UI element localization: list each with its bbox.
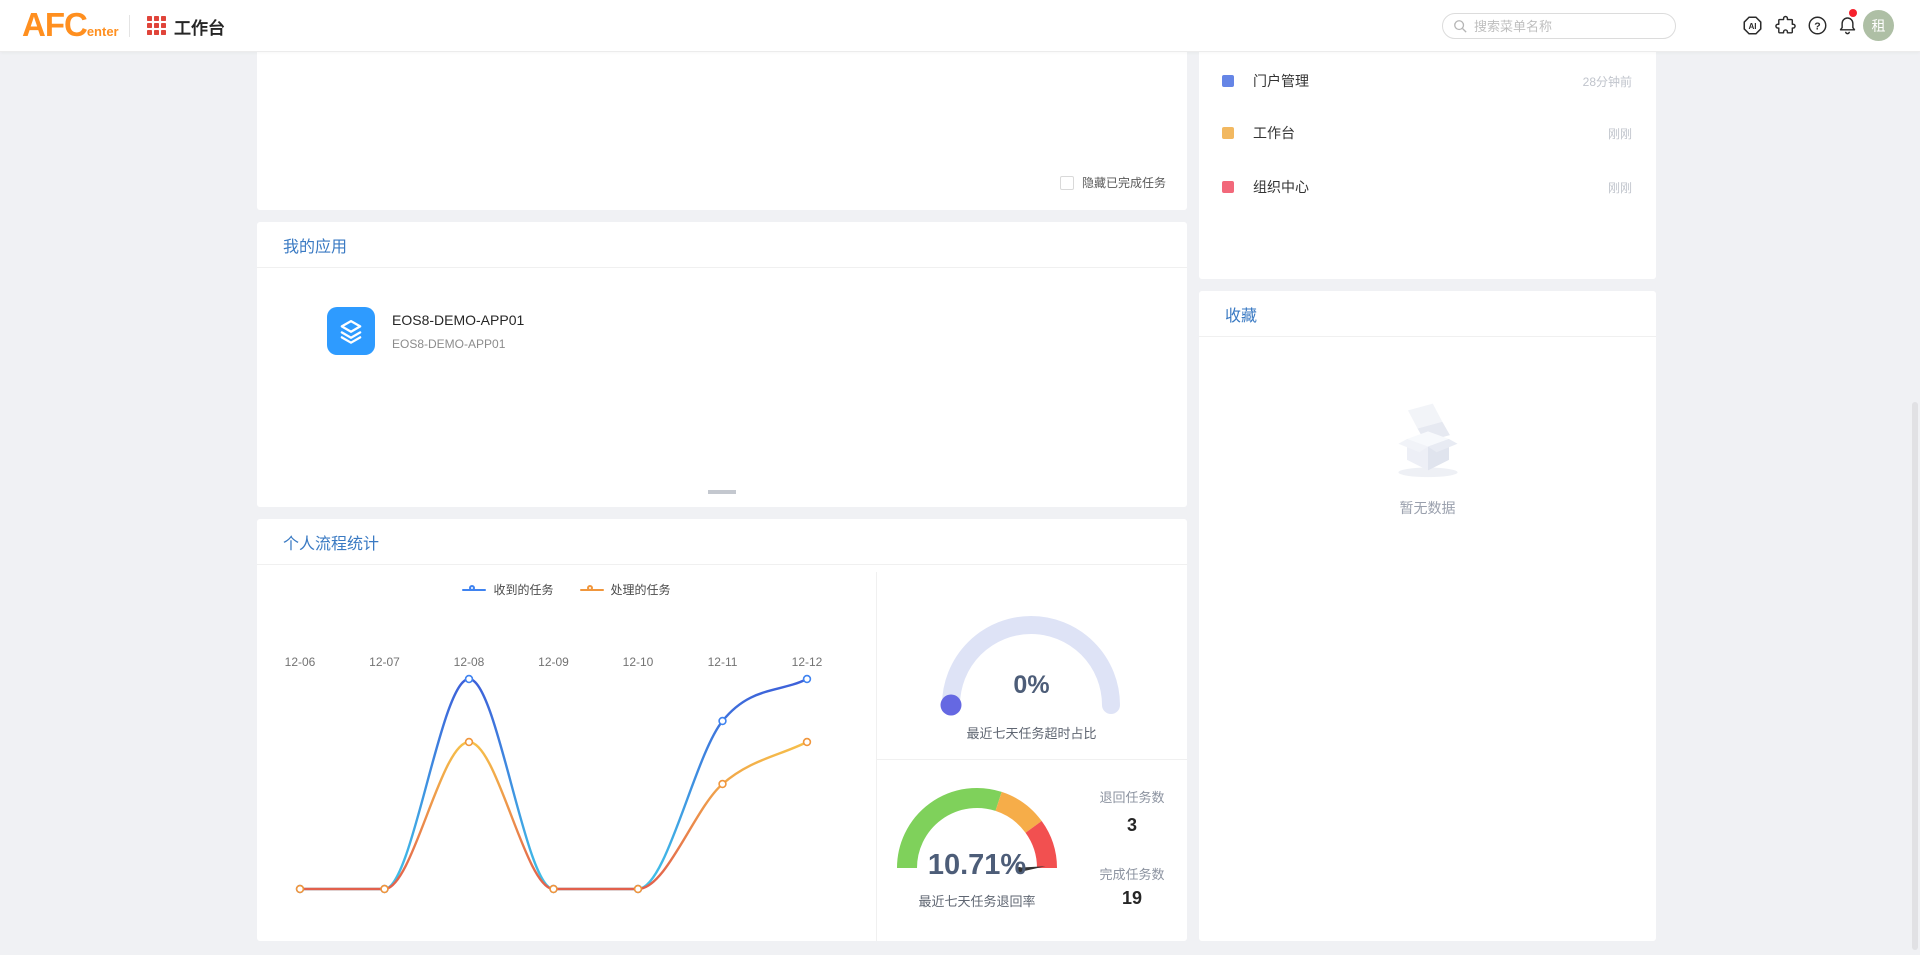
my-apps-card: 我的应用 EOS8-DEMO-APP01 EOS8-DEMO-APP01 — [257, 222, 1187, 507]
notification-badge — [1849, 9, 1857, 17]
empty-text: 暂无数据 — [1199, 498, 1656, 518]
notification-bell-icon[interactable] — [1836, 14, 1859, 37]
app-item[interactable]: EOS8-DEMO-APP01 EOS8-DEMO-APP01 — [327, 307, 524, 355]
overtime-gauge — [876, 579, 1187, 729]
app-texts: EOS8-DEMO-APP01 EOS8-DEMO-APP01 — [392, 307, 524, 355]
data-point-marker — [550, 886, 557, 893]
overtime-gauge-label: 最近七天任务超时占比 — [876, 723, 1187, 742]
workbench-page: AFC enter 工作台 AI — [0, 0, 1920, 955]
app-color-square — [1222, 75, 1234, 87]
favorites-card: 收藏 暂无数据 — [1199, 291, 1656, 941]
recent-apps-card: 门户管理28分钟前工作台刚刚组织中心刚刚 — [1199, 52, 1656, 279]
data-point-marker — [297, 886, 304, 893]
app-color-square — [1222, 181, 1234, 193]
scrollbar-thumb[interactable] — [1912, 402, 1918, 950]
search-icon — [1453, 19, 1467, 33]
completed-tasks-label: 完成任务数 — [1067, 864, 1197, 883]
data-point-marker — [804, 739, 811, 746]
hide-completed-checkbox[interactable]: 隐藏已完成任务 — [1060, 174, 1166, 191]
data-point-marker — [466, 739, 473, 746]
svg-text:?: ? — [1814, 21, 1820, 33]
avatar-text: 租 — [1872, 16, 1886, 36]
horizontal-divider — [877, 759, 1187, 760]
app-layers-icon — [327, 307, 375, 355]
checkbox-label: 隐藏已完成任务 — [1082, 174, 1166, 191]
data-point-marker — [804, 676, 811, 683]
recent-app-row[interactable]: 门户管理 28分钟前 — [1199, 68, 1656, 94]
chart-line-series-1 — [300, 742, 807, 889]
svg-text:AI: AI — [1748, 22, 1756, 31]
return-rate-label: 最近七天任务退回率 — [876, 891, 1078, 910]
returned-tasks-value-block: 3 — [1067, 815, 1197, 836]
chart-line-series-0 — [300, 679, 807, 889]
completed-tasks-value: 19 — [1067, 888, 1197, 909]
recent-app-time: 28分钟前 — [1583, 73, 1632, 90]
recent-app-name: 工作台 — [1253, 123, 1295, 143]
todo-tasks-card: 隐藏已完成任务 — [257, 52, 1187, 210]
completed-tasks-value-block: 19 — [1067, 888, 1197, 909]
app-description: EOS8-DEMO-APP01 — [392, 337, 524, 351]
overtime-gauge-value: 0% — [876, 671, 1187, 700]
plugin-icon[interactable] — [1774, 14, 1797, 37]
recent-app-time: 刚刚 — [1608, 125, 1632, 142]
line-chart — [257, 519, 876, 941]
afcenter-logo[interactable]: AFC enter — [22, 5, 119, 45]
data-point-marker — [719, 781, 726, 788]
checkbox-box[interactable] — [1060, 176, 1074, 190]
recent-app-row[interactable]: 组织中心 刚刚 — [1199, 174, 1656, 200]
ai-assistant-icon[interactable]: AI — [1741, 14, 1764, 37]
logo-text-main: AFC — [22, 5, 87, 45]
empty-box-icon — [1373, 397, 1483, 479]
recent-app-time: 刚刚 — [1608, 179, 1632, 196]
favorites-title: 收藏 — [1225, 302, 1257, 326]
page-title: 工作台 — [174, 14, 225, 39]
favorites-header: 收藏 — [1199, 291, 1656, 337]
returned-tasks-value: 3 — [1067, 815, 1197, 836]
app-grid-icon[interactable] — [147, 16, 166, 35]
avatar[interactable]: 租 — [1863, 10, 1894, 41]
search-input[interactable] — [1474, 19, 1654, 34]
top-header: AFC enter 工作台 AI — [0, 0, 1920, 52]
process-stats-card: 个人流程统计 收到的任务处理的任务 12-0612-0712-0812-0912… — [257, 519, 1187, 941]
recent-app-name: 门户管理 — [1253, 71, 1309, 91]
returned-tasks-stat: 退回任务数 — [1067, 787, 1197, 806]
header-divider — [129, 15, 130, 37]
menu-search[interactable] — [1442, 13, 1676, 39]
data-point-marker — [466, 676, 473, 683]
gauge-segment-orange — [999, 801, 1034, 827]
carousel-pagination-dash[interactable] — [708, 490, 736, 494]
app-color-square — [1222, 127, 1234, 139]
logo-text-sub: enter — [87, 24, 119, 45]
completed-tasks-stat: 完成任务数 — [1067, 864, 1197, 883]
help-icon[interactable]: ? — [1806, 14, 1829, 37]
my-apps-card-header: 我的应用 — [257, 222, 1187, 268]
returned-tasks-label: 退回任务数 — [1067, 787, 1197, 806]
data-point-marker — [635, 886, 642, 893]
return-rate-value: 10.71% — [876, 849, 1078, 882]
data-point-marker — [381, 886, 388, 893]
app-name: EOS8-DEMO-APP01 — [392, 312, 524, 328]
empty-state: 暂无数据 — [1199, 397, 1656, 518]
recent-app-row[interactable]: 工作台 刚刚 — [1199, 120, 1656, 146]
data-point-marker — [719, 718, 726, 725]
my-apps-title: 我的应用 — [283, 233, 347, 257]
recent-app-name: 组织中心 — [1253, 177, 1309, 197]
